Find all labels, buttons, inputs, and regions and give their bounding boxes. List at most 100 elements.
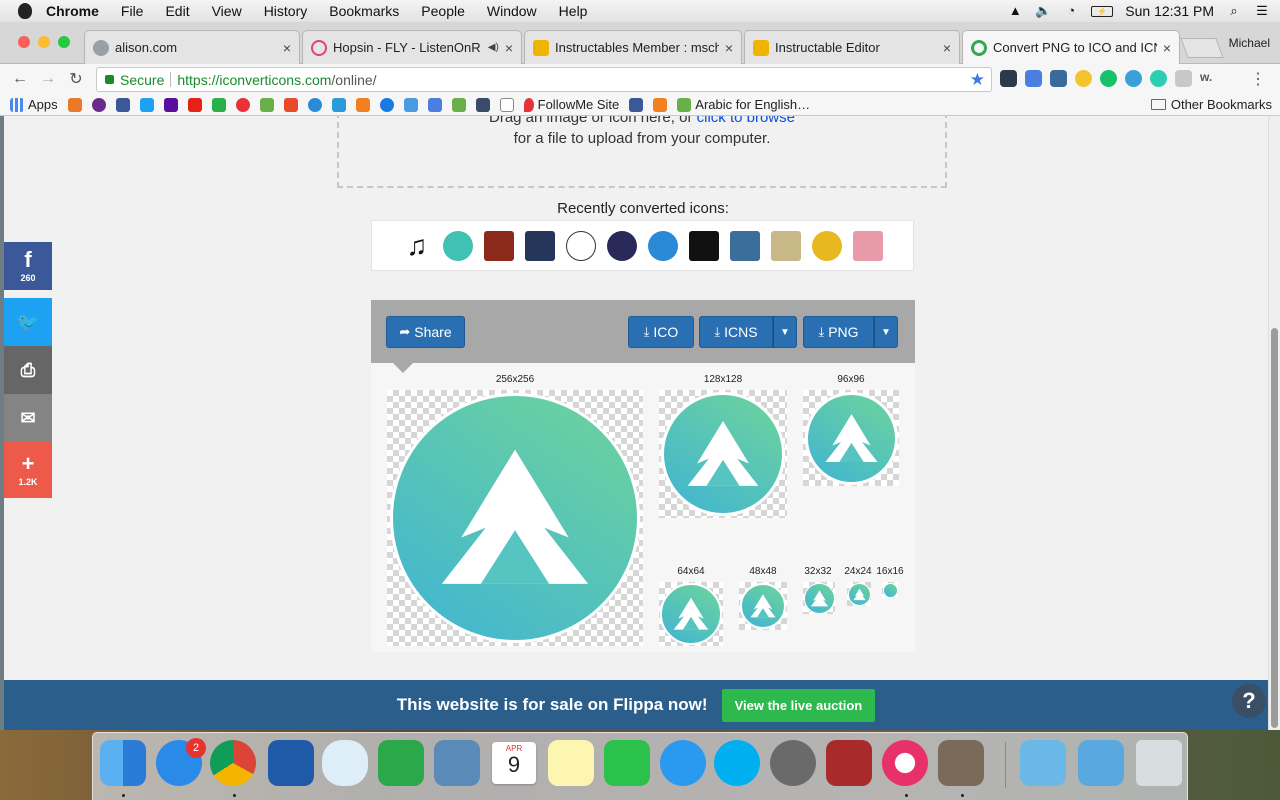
tab-instructables-member[interactable]: Instructables Member : msch ×	[524, 30, 742, 64]
preview-32[interactable]	[803, 582, 835, 614]
preview-stamp-icon[interactable]	[434, 740, 480, 786]
bookmark-item[interactable]	[403, 97, 418, 112]
bookmark-item[interactable]	[451, 97, 466, 112]
messages-icon[interactable]	[660, 740, 706, 786]
tab-close-icon[interactable]: ×	[725, 40, 733, 56]
chrome-icon[interactable]	[210, 740, 256, 786]
tab-alison[interactable]: alison.com ×	[84, 30, 300, 64]
menu-people[interactable]: People	[421, 3, 465, 19]
tab-close-icon[interactable]: ×	[943, 40, 951, 56]
tab-instructable-editor[interactable]: Instructable Editor ×	[744, 30, 960, 64]
preview-256[interactable]	[387, 390, 643, 646]
skype-icon[interactable]	[714, 740, 760, 786]
preview-64[interactable]	[659, 582, 723, 646]
preview-128[interactable]	[659, 390, 787, 518]
menu-clock[interactable]: Sun 12:31 PM	[1125, 3, 1214, 19]
music-note-icon[interactable]: ♫	[402, 230, 432, 261]
menu-help[interactable]: Help	[559, 3, 588, 19]
page-scrollbar[interactable]	[1268, 116, 1280, 730]
extension-icon[interactable]	[1000, 70, 1017, 87]
cloud-icon[interactable]	[322, 740, 368, 786]
calendar-icon[interactable]: APR 9	[492, 742, 536, 784]
upload-dropzone[interactable]: Drag an image or icon here, or click to …	[337, 116, 947, 188]
bookmark-item[interactable]	[235, 97, 250, 112]
spotlight-search-icon[interactable]: ⌕	[1226, 4, 1242, 18]
apple-icon[interactable]	[18, 3, 32, 19]
bookmark-item[interactable]	[283, 97, 298, 112]
menu-window[interactable]: Window	[487, 3, 537, 19]
bookmark-item[interactable]	[331, 97, 346, 112]
browse-link[interactable]: click to browse	[697, 116, 795, 126]
bookmark-item[interactable]	[355, 97, 370, 112]
recent-icon[interactable]	[812, 230, 842, 261]
download-icns-button[interactable]: ⤓ ICNS	[699, 316, 773, 348]
bookmark-item[interactable]	[163, 97, 178, 112]
preview-96[interactable]	[803, 390, 899, 486]
extension-icon[interactable]	[1050, 70, 1067, 87]
menu-app-name[interactable]: Chrome	[46, 3, 99, 19]
tab-close-icon[interactable]: ×	[1163, 40, 1171, 56]
globe-icon[interactable]	[1125, 70, 1142, 87]
help-button[interactable]: ?	[1232, 684, 1266, 718]
bookmark-star-icon[interactable]: ★	[970, 70, 985, 90]
wifi-icon[interactable]: ◔	[1063, 4, 1079, 18]
book-icon[interactable]	[484, 230, 514, 261]
forward-arrow-icon[interactable]: →	[40, 70, 56, 88]
download-ico-button[interactable]: ⤓ ICO	[628, 316, 694, 348]
other-bookmarks[interactable]: Other Bookmarks	[1150, 97, 1272, 112]
recent-icon[interactable]	[566, 230, 596, 261]
gimp-icon[interactable]	[938, 740, 984, 786]
png-options-caret[interactable]: ▼	[874, 316, 898, 348]
menu-edit[interactable]: Edit	[165, 3, 189, 19]
recent-icon[interactable]	[525, 230, 555, 261]
battery-charging-icon[interactable]: ⚡	[1091, 5, 1114, 17]
notification-center-icon[interactable]: ☰	[1254, 4, 1270, 18]
tab-close-icon[interactable]: ×	[283, 40, 291, 56]
bookmark-item[interactable]	[139, 97, 154, 112]
recent-icon[interactable]	[853, 230, 883, 261]
notes-icon[interactable]	[548, 740, 594, 786]
more-share-button[interactable]: + 1.2K	[4, 442, 52, 498]
view-auction-button[interactable]: View the live auction	[721, 688, 876, 722]
back-arrow-icon[interactable]: ←	[12, 70, 28, 88]
recent-icon[interactable]	[607, 230, 637, 261]
bookmark-item[interactable]	[653, 97, 668, 112]
extension-icon[interactable]	[1150, 70, 1167, 87]
bookmark-followme[interactable]: FollowMe Site	[523, 97, 619, 112]
recent-icon[interactable]	[730, 230, 760, 261]
icns-options-caret[interactable]: ▼	[773, 316, 797, 348]
bookmark-item[interactable]	[379, 97, 394, 112]
itunes-icon[interactable]	[882, 740, 928, 786]
jira-icon[interactable]	[268, 740, 314, 786]
recent-icon[interactable]	[689, 230, 719, 261]
preview-48[interactable]	[739, 582, 787, 630]
scrollbar-thumb[interactable]	[1271, 328, 1278, 728]
bookmark-item[interactable]	[259, 97, 274, 112]
close-window-icon[interactable]	[18, 36, 30, 48]
bookmark-item[interactable]	[91, 97, 106, 112]
print-button[interactable]: ⎙	[4, 346, 52, 394]
bookmark-apps[interactable]: Apps	[10, 97, 58, 112]
facetime-icon[interactable]	[604, 740, 650, 786]
drive-icon[interactable]	[1175, 70, 1192, 87]
system-preferences-icon[interactable]	[770, 740, 816, 786]
tab-hopsin[interactable]: Hopsin - FLY - ListenOnR ◀) ×	[302, 30, 522, 64]
new-tab-button[interactable]	[1180, 38, 1224, 58]
drive-icon[interactable]: ▲	[1007, 4, 1023, 18]
facebook-share-button[interactable]: f 260	[4, 242, 52, 290]
address-bar[interactable]: Secure https://iconverticons.com /online…	[96, 67, 992, 92]
preview-16[interactable]	[882, 582, 898, 598]
tab-audio-icon[interactable]: ◀)	[488, 42, 499, 53]
documents-folder-icon[interactable]	[1078, 740, 1124, 786]
twitter-share-button[interactable]: 🐦	[4, 298, 52, 346]
share-button[interactable]: ➦ Share	[386, 316, 465, 348]
minimize-window-icon[interactable]	[38, 36, 50, 48]
translate-icon[interactable]	[1025, 70, 1042, 87]
bookmark-item[interactable]	[629, 97, 644, 112]
bookmark-item[interactable]	[211, 97, 226, 112]
profile-button[interactable]: Michael	[1229, 36, 1270, 50]
tab-iconverticons[interactable]: Convert PNG to ICO and ICN ×	[962, 30, 1180, 64]
recent-icon[interactable]	[771, 230, 801, 261]
email-share-button[interactable]: ✉	[4, 394, 52, 442]
emoji-icon[interactable]	[1075, 70, 1092, 87]
